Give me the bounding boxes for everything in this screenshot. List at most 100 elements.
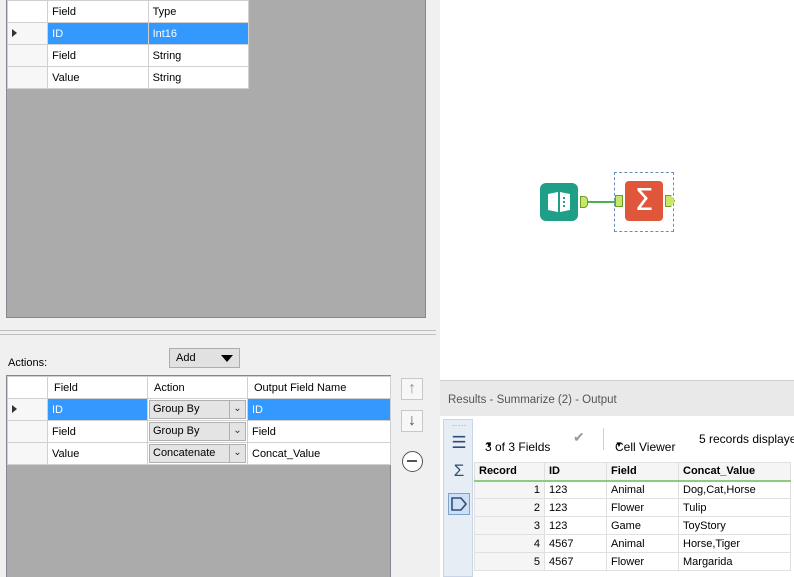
- id-cell[interactable]: 4567: [544, 552, 607, 571]
- table-row[interactable]: 1 123 Animal Dog,Cat,Horse: [474, 480, 791, 499]
- id-cell[interactable]: 123: [544, 516, 607, 535]
- output-name-cell[interactable]: Concat_Value: [247, 442, 391, 465]
- results-header-row: Record ID Field Concat_Value: [474, 462, 791, 482]
- panel-splitter[interactable]: [0, 330, 436, 335]
- type-cell[interactable]: Int16: [147, 22, 250, 45]
- record-cell[interactable]: 2: [474, 498, 545, 517]
- records-count: 5 records displaye: [699, 432, 794, 446]
- output-anchor[interactable]: [580, 196, 588, 208]
- summarize-tool-icon[interactable]: Σ: [625, 181, 663, 221]
- column-header-id[interactable]: ID: [544, 462, 607, 482]
- record-cell[interactable]: 5: [474, 552, 545, 571]
- column-header-field[interactable]: Field: [47, 376, 148, 399]
- row-indicator-icon: [12, 404, 17, 413]
- concat-value-cell[interactable]: Horse,Tiger: [678, 534, 791, 553]
- action-row-value[interactable]: Value Concatenate ⌄ Concat_Value: [7, 442, 391, 465]
- row-selector[interactable]: [6, 44, 49, 67]
- row-selector[interactable]: [7, 420, 48, 443]
- chevron-down-icon[interactable]: ⌄: [229, 422, 245, 441]
- add-action-dropdown[interactable]: Add: [169, 348, 240, 368]
- fields-row-field[interactable]: Field String: [6, 44, 250, 67]
- book-icon: [548, 192, 570, 212]
- action-row-field[interactable]: Field Group By ⌄ Field: [7, 420, 391, 443]
- move-down-icon: ↓: [408, 412, 416, 429]
- concat-value-cell[interactable]: Tulip: [678, 498, 791, 517]
- input-data-tool-icon[interactable]: [540, 183, 578, 221]
- table-row[interactable]: 5 4567 Flower Margarida: [474, 552, 791, 571]
- action-field-cell[interactable]: Value: [47, 442, 148, 465]
- chevron-down-icon[interactable]: ⌄: [229, 444, 245, 463]
- field-cell[interactable]: Animal: [606, 480, 679, 499]
- checkmark-icon[interactable]: ✔: [573, 429, 585, 446]
- configuration-panel: Field Type ID Int16 Field String Value S…: [0, 0, 436, 577]
- toolbar-divider: [603, 428, 604, 450]
- action-type-cell[interactable]: Concatenate ⌄: [147, 442, 248, 465]
- id-cell[interactable]: 123: [544, 498, 607, 517]
- id-cell[interactable]: 4567: [544, 534, 607, 553]
- column-header-output-field-name[interactable]: Output Field Name: [247, 376, 391, 399]
- row-selector[interactable]: [7, 442, 48, 465]
- output-name-cell[interactable]: Field: [247, 420, 391, 443]
- add-dropdown-label: Add: [176, 352, 196, 364]
- table-row[interactable]: 4 4567 Animal Horse,Tiger: [474, 534, 791, 553]
- action-type-combo[interactable]: Group By ⌄: [149, 400, 246, 419]
- column-header-field[interactable]: Field: [606, 462, 679, 482]
- table-row[interactable]: 3 123 Game ToyStory: [474, 516, 791, 535]
- connection-line[interactable]: [588, 201, 616, 203]
- action-row-id[interactable]: ID Group By ⌄ ID: [7, 398, 391, 421]
- column-header-field[interactable]: Field: [47, 0, 149, 23]
- concat-value-cell[interactable]: ToyStory: [678, 516, 791, 535]
- chevron-down-icon[interactable]: ⌄: [229, 400, 245, 419]
- action-type-value: Concatenate: [153, 447, 216, 459]
- field-cell[interactable]: Animal: [606, 534, 679, 553]
- move-down-button[interactable]: ↓: [401, 410, 423, 432]
- output-name-cell[interactable]: ID: [247, 398, 391, 421]
- column-header-type[interactable]: Type: [147, 0, 250, 23]
- table-view-icon[interactable]: ☰: [448, 432, 470, 454]
- action-type-value: Group By: [153, 425, 200, 437]
- sigma-icon[interactable]: Σ: [448, 460, 470, 482]
- field-cell[interactable]: ID: [47, 22, 149, 45]
- row-selector[interactable]: [6, 66, 49, 89]
- field-cell[interactable]: Field: [47, 44, 149, 67]
- column-header-action[interactable]: Action: [147, 376, 248, 399]
- dropdown-caret-icon: [221, 355, 233, 362]
- chevron-down-icon: ▼: [485, 440, 493, 449]
- column-header-record[interactable]: Record: [474, 462, 545, 482]
- input-anchor[interactable]: [615, 195, 623, 207]
- incoming-fields-grid: Field Type ID Int16 Field String Value S…: [6, 0, 426, 318]
- record-cell[interactable]: 1: [474, 480, 545, 499]
- id-cell[interactable]: 123: [544, 480, 607, 499]
- remove-action-button[interactable]: [402, 451, 423, 472]
- action-type-cell[interactable]: Group By ⌄: [147, 420, 248, 443]
- concat-value-cell[interactable]: Margarida: [678, 552, 791, 571]
- field-cell[interactable]: Game: [606, 516, 679, 535]
- row-indicator-icon: [12, 28, 17, 37]
- concat-value-cell[interactable]: Dog,Cat,Horse: [678, 480, 791, 499]
- results-title: Results - Summarize (2) - Output: [448, 394, 617, 406]
- field-cell[interactable]: Value: [47, 66, 149, 89]
- type-cell[interactable]: String: [147, 44, 250, 67]
- record-cell[interactable]: 4: [474, 534, 545, 553]
- field-cell[interactable]: Flower: [606, 498, 679, 517]
- output-tag-icon[interactable]: [448, 493, 470, 515]
- move-up-button[interactable]: ↑: [401, 378, 423, 400]
- record-cell[interactable]: 3: [474, 516, 545, 535]
- action-type-combo[interactable]: Concatenate ⌄: [149, 444, 246, 463]
- row-selector[interactable]: [6, 22, 49, 45]
- field-cell[interactable]: Flower: [606, 552, 679, 571]
- table-row[interactable]: 2 123 Flower Tulip: [474, 498, 791, 517]
- fields-row-id[interactable]: ID Int16: [6, 22, 250, 45]
- row-selector[interactable]: [7, 398, 48, 421]
- fields-row-value[interactable]: Value String: [6, 66, 250, 89]
- column-header-concat-value[interactable]: Concat_Value: [678, 462, 791, 482]
- action-type-cell[interactable]: Group By ⌄: [147, 398, 248, 421]
- action-type-value: Group By: [153, 403, 200, 415]
- action-type-combo[interactable]: Group By ⌄: [149, 422, 246, 441]
- row-header-corner: [6, 0, 49, 23]
- action-field-cell[interactable]: Field: [47, 420, 148, 443]
- action-field-cell[interactable]: ID: [47, 398, 148, 421]
- fields-selector-label: 3 of 3 Fields: [485, 440, 551, 454]
- type-cell[interactable]: String: [147, 66, 250, 89]
- results-sidebar: ····· ☰ Σ: [443, 419, 473, 577]
